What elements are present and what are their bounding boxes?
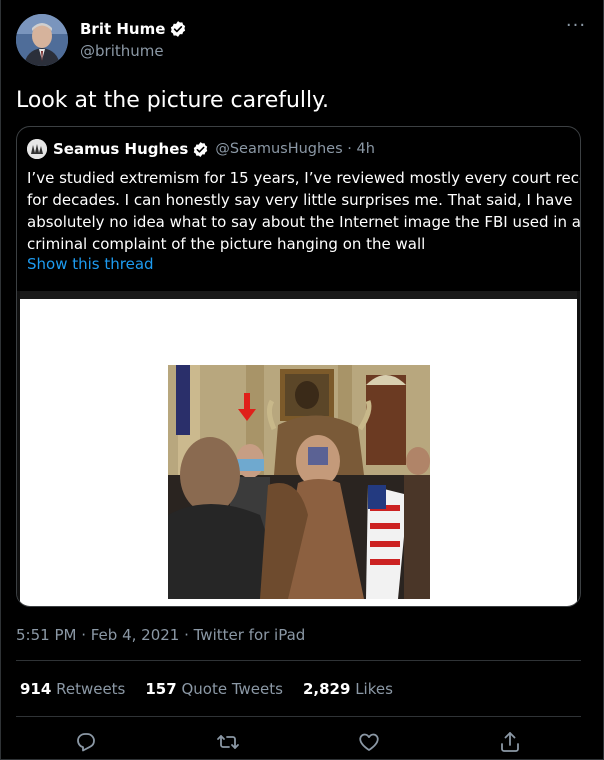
tweet-text: Look at the picture carefully. xyxy=(16,88,330,113)
stat-label: Retweets xyxy=(56,680,126,698)
quoted-handle-time[interactable]: @SeamusHughes · 4h xyxy=(215,141,375,157)
more-horizontal-icon[interactable]: ··· xyxy=(564,17,588,35)
media-top-bar xyxy=(20,291,577,299)
quoted-text-line: I’ve studied extremism for 15 years, I’v… xyxy=(27,169,581,187)
quote-tweets-stat[interactable]: 157 Quote Tweets xyxy=(145,680,283,698)
stat-count: 157 xyxy=(145,680,177,698)
quoted-text-line: for decades. I can honestly say very lit… xyxy=(27,191,573,209)
tweet-stats: 914 Retweets 157 Quote Tweets 2,829 Like… xyxy=(20,680,413,698)
quoted-tweet[interactable]: Seamus Hughes @SeamusHughes · 4h I’ve st… xyxy=(16,126,581,607)
profile-avatar-icon xyxy=(16,14,68,66)
tweet-actions xyxy=(0,728,604,758)
tweet-author[interactable]: Brit Hume @brithume xyxy=(16,14,187,66)
author-name[interactable]: Brit Hume xyxy=(80,19,165,39)
stat-label: Quote Tweets xyxy=(181,680,283,698)
divider xyxy=(16,716,581,717)
quoted-profile-avatar-icon xyxy=(27,139,47,159)
quoted-tweet-text: I’ve studied extremism for 15 years, I’v… xyxy=(27,167,581,255)
show-thread-link[interactable]: Show this thread xyxy=(27,255,154,273)
author-avatar[interactable] xyxy=(16,14,68,66)
quoted-author-name[interactable]: Seamus Hughes xyxy=(53,140,188,158)
verified-badge-icon xyxy=(194,141,208,157)
stat-count: 2,829 xyxy=(302,680,351,698)
author-handle[interactable]: @brithume xyxy=(80,41,187,61)
stat-label: Likes xyxy=(355,680,393,698)
verified-badge-icon xyxy=(171,21,186,37)
tweet-timestamp[interactable]: 5:51 PM · Feb 4, 2021 · Twitter for iPad xyxy=(16,626,305,644)
like-icon[interactable] xyxy=(357,730,381,754)
quoted-text-line: absolutely no idea what to say about the… xyxy=(27,213,581,231)
media-document-page xyxy=(20,291,577,606)
stat-count: 914 xyxy=(20,680,52,698)
divider xyxy=(16,660,581,661)
likes-stat[interactable]: 2,829 Likes xyxy=(303,680,393,698)
quoted-avatar[interactable] xyxy=(27,139,47,159)
capitol-photo-image xyxy=(168,365,430,599)
reply-icon[interactable] xyxy=(74,730,98,754)
quoted-media[interactable] xyxy=(17,291,580,606)
retweet-icon[interactable] xyxy=(216,730,240,754)
quoted-text-line: criminal complaint of the picture hangin… xyxy=(27,235,426,253)
retweets-stat[interactable]: 914 Retweets xyxy=(20,680,125,698)
share-icon[interactable] xyxy=(498,730,522,754)
